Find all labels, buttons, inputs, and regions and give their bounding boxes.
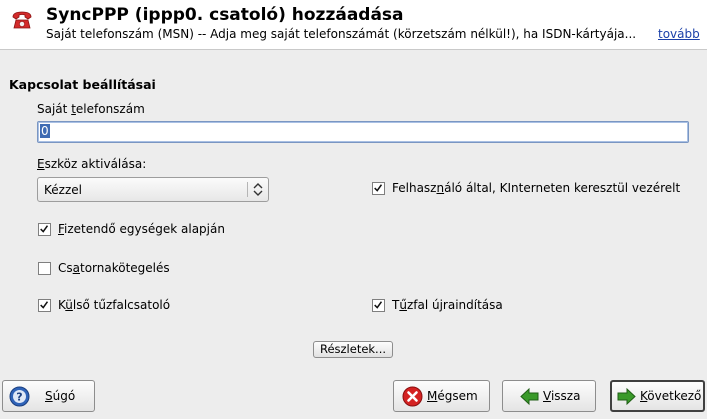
cancel-icon [402, 386, 423, 407]
channel-bundling-checkbox[interactable] [38, 262, 51, 275]
checkmark-icon [374, 301, 383, 309]
svg-text:?: ? [16, 391, 22, 404]
charge-units-label: Fizetendő egységek alapján [58, 222, 225, 236]
back-button[interactable]: Vissza [502, 380, 596, 412]
arrow-left-icon [520, 387, 539, 406]
cancel-button-label: Mégsem [427, 389, 478, 403]
charge-units-checkbox[interactable] [38, 223, 51, 236]
activation-select-value: Kézzel [44, 183, 82, 197]
activation-label: Eszköz aktiválása: [37, 157, 147, 171]
dialog-description: Saját telefonszám (MSN) -- Adja meg sajá… [46, 27, 637, 41]
phone-input[interactable]: 0 [37, 121, 689, 143]
help-icon: ? [9, 386, 30, 407]
restart-firewall-label: Tűzfal újraindítása [392, 298, 503, 312]
user-control-label: Felhasználó által, KInterneten keresztül… [392, 181, 681, 195]
section-title: Kapcsolat beállításai [9, 77, 156, 92]
details-button[interactable]: Részletek... [313, 341, 393, 358]
next-button-label: Következő [640, 389, 702, 403]
phone-input-value: 0 [40, 124, 50, 138]
channel-bundling-label: Csatornakötegelés [58, 261, 170, 275]
cancel-button[interactable]: Mégsem [393, 380, 490, 412]
activation-select[interactable]: Kézzel [37, 177, 269, 202]
dialog-header: SyncPPP (ippp0. csatoló) hozzáadása Sajá… [0, 0, 707, 50]
restart-firewall-checkbox[interactable] [372, 299, 385, 312]
back-button-label: Vissza [543, 389, 581, 403]
external-firewall-label: Külső tűzfalcsatoló [58, 298, 171, 312]
user-control-checkbox[interactable] [372, 182, 385, 195]
checkmark-icon [374, 184, 383, 192]
phone-label: Saját telefonszám [37, 102, 145, 116]
next-button[interactable]: Következő [610, 380, 705, 412]
checkmark-icon [40, 225, 49, 233]
help-button-label: Súgó [45, 389, 76, 403]
more-link[interactable]: tovább [658, 27, 700, 41]
updown-arrows-icon [253, 183, 263, 196]
dialog-title: SyncPPP (ippp0. csatoló) hozzáadása [46, 5, 404, 25]
help-button[interactable]: ? Súgó [2, 380, 95, 412]
arrow-right-icon [617, 387, 636, 406]
checkmark-icon [40, 301, 49, 309]
external-firewall-checkbox[interactable] [38, 299, 51, 312]
combo-separator [247, 182, 248, 197]
telephone-icon [12, 11, 32, 29]
